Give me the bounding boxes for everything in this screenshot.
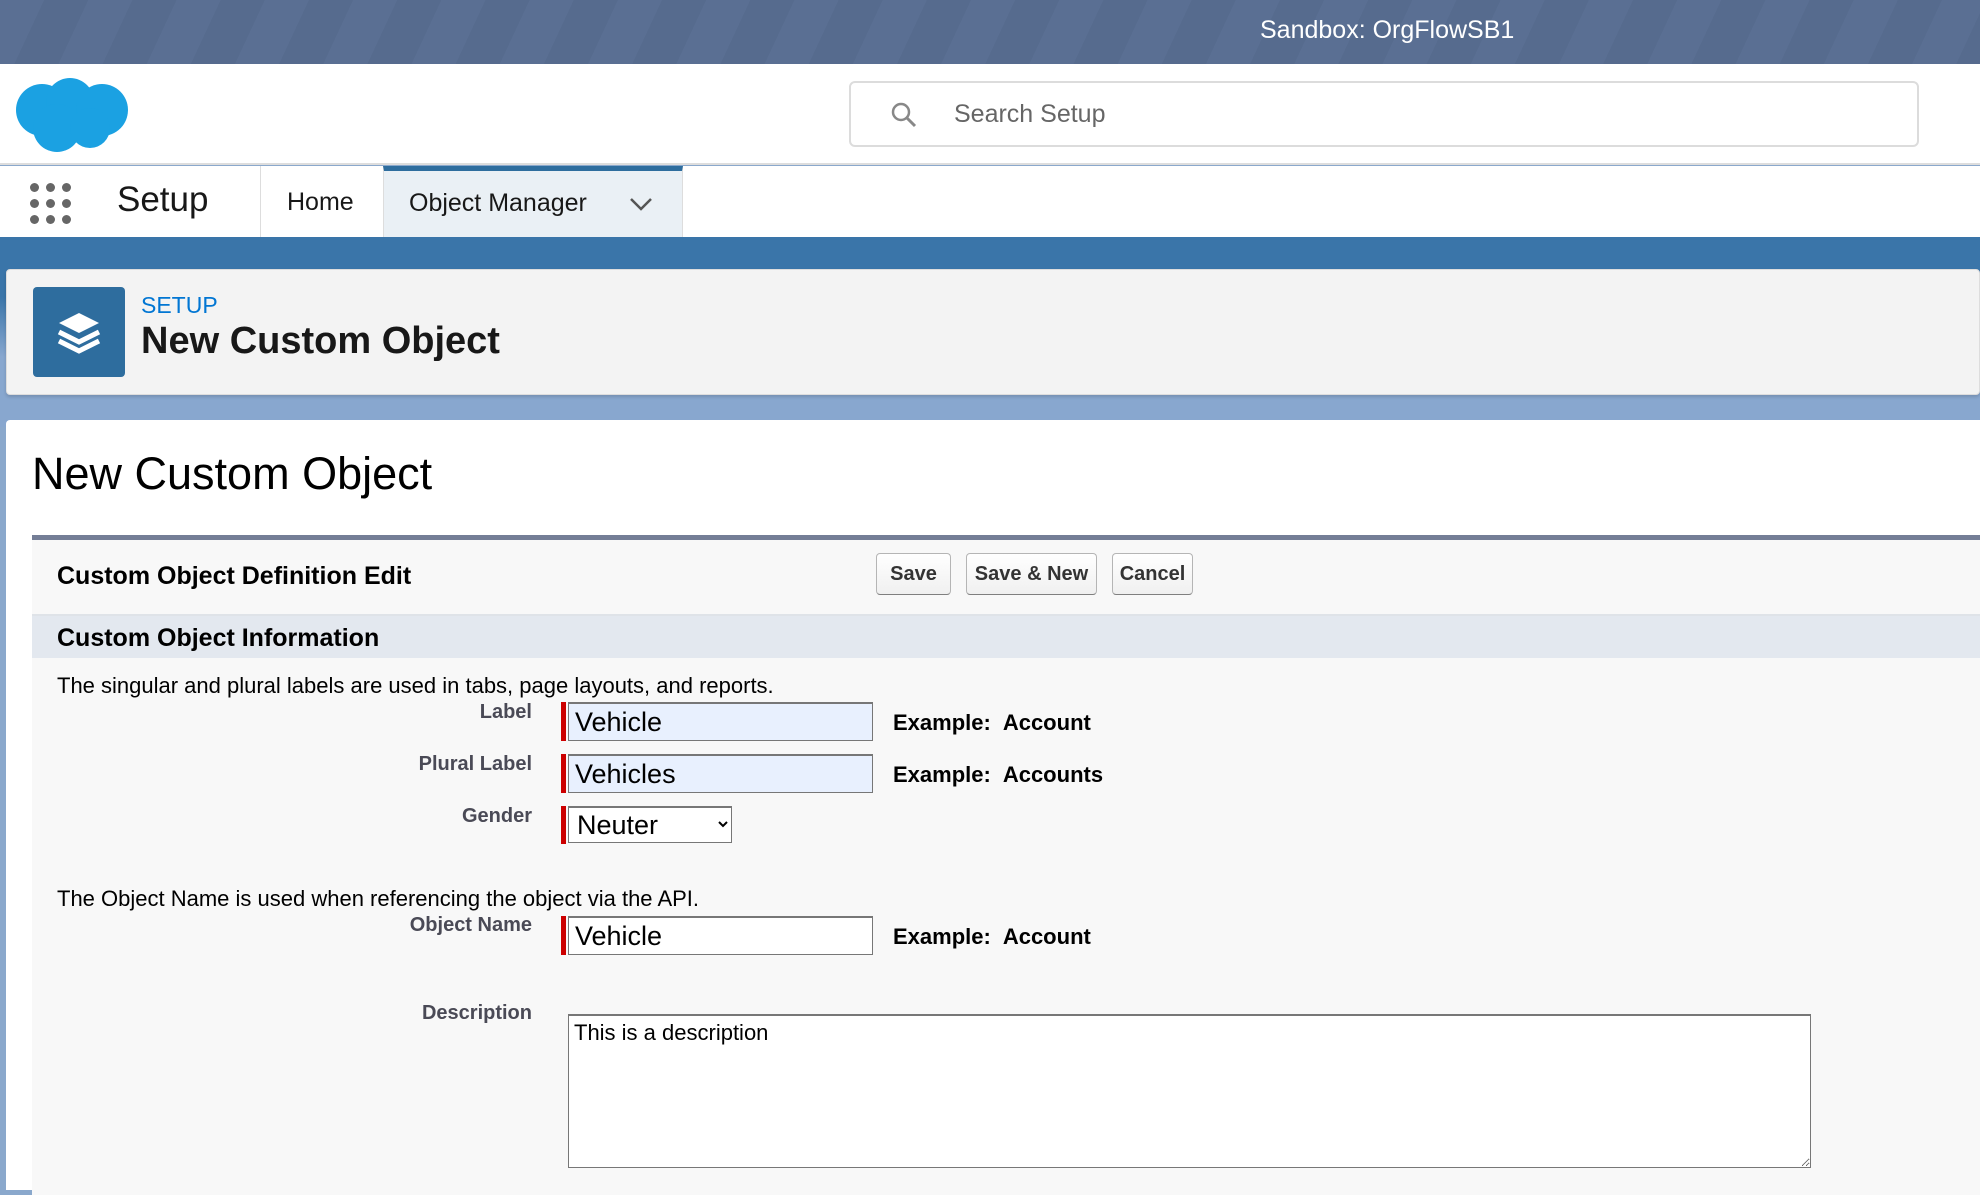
required-indicator [561, 702, 566, 741]
plural-label-example: Example: Accounts [893, 762, 1104, 787]
main-panel: New Custom Object Custom Object Definiti… [6, 420, 1980, 1195]
breadcrumb[interactable]: SETUP [141, 292, 218, 319]
save-and-new-button[interactable]: Save & New [966, 553, 1097, 595]
description-textarea[interactable]: This is a description [568, 1014, 1811, 1168]
object-name-field-label: Object Name [409, 914, 532, 936]
search-input[interactable] [954, 95, 1854, 133]
app-launcher-icon[interactable] [28, 181, 74, 227]
object-name-input[interactable] [568, 916, 873, 955]
tab-object-manager[interactable]: Object Manager [383, 166, 683, 237]
layers-icon [33, 287, 125, 377]
required-indicator [561, 806, 566, 844]
description-field-label: Description [421, 1002, 532, 1024]
sandbox-name: Sandbox: OrgFlowSB1 [1260, 16, 1515, 44]
divider [260, 166, 261, 237]
page-header-title: New Custom Object [141, 320, 500, 362]
tab-label: Object Manager [409, 189, 587, 217]
label-input[interactable] [568, 702, 873, 741]
custom-object-form: Custom Object Definition Edit Save Save … [32, 535, 1980, 1195]
salesforce-logo[interactable] [12, 72, 130, 154]
plural-label-input[interactable] [568, 754, 873, 793]
gender-select[interactable]: Neuter [568, 806, 732, 843]
page-title: New Custom Object [32, 448, 433, 499]
sandbox-banner: Sandbox: OrgFlowSB1 [0, 0, 1980, 64]
global-header [0, 64, 1980, 165]
app-title: Setup [117, 180, 209, 219]
api-help-text: The Object Name is used when referencing… [57, 886, 700, 911]
search-icon [891, 102, 917, 128]
form-title: Custom Object Definition Edit [57, 562, 412, 590]
save-button[interactable]: Save [876, 553, 951, 595]
search-box[interactable] [849, 81, 1919, 147]
required-indicator [561, 916, 566, 955]
labels-help-text: The singular and plural labels are used … [57, 673, 774, 698]
page-header: SETUP New Custom Object [6, 269, 1980, 395]
object-name-example: Example: Account [893, 924, 1091, 949]
app-nav: Setup Home Object Manager [0, 166, 1980, 237]
label-example: Example: Account [893, 710, 1091, 735]
chevron-down-icon[interactable] [629, 196, 653, 212]
required-indicator [561, 754, 566, 793]
label-field-label: Label [479, 701, 532, 723]
section-title: Custom Object Information [57, 624, 380, 652]
plural-label-field-label: Plural Label [418, 753, 532, 775]
gender-field-label: Gender [461, 805, 532, 827]
section-header: Custom Object Information [32, 614, 1980, 658]
tab-home[interactable]: Home [287, 188, 354, 217]
cancel-button[interactable]: Cancel [1112, 553, 1193, 595]
